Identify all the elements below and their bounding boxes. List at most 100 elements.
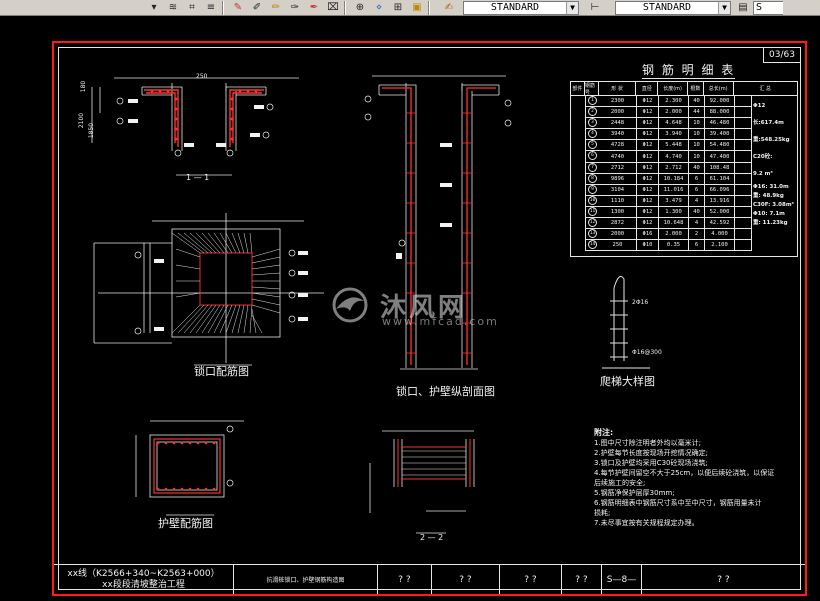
table-summary: Φ12 长:617.4m 重:548.25kg C20砼: 9.2 m³ Φ16: 31.… <box>751 96 797 252</box>
table-cell: 47.400 <box>705 151 735 162</box>
table-cell: Φ12 <box>637 162 659 173</box>
schedule-grid: 部件 钢筋号形 状直径 长度(m) 根数 总长(m) 汇 总 1 2300 Φ12 2.300 4… <box>570 81 798 257</box>
table-header-cell: 总长(m) <box>704 82 734 95</box>
toolbar-separator <box>428 0 430 15</box>
section-2-label: 2 — 2 <box>420 533 444 542</box>
text-style-icon[interactable]: ✍ <box>441 1 457 15</box>
draw-tool-icon[interactable]: ✎ <box>230 1 246 15</box>
table-cell: 2.000 <box>659 229 689 240</box>
layer-match-icon[interactable]: ≡ <box>203 1 219 15</box>
table-cell: 10 <box>689 118 705 129</box>
text-style-value: STANDARD <box>490 2 540 13</box>
table-row: 11 1300 Φ12 1.300 40 52.000 <box>585 206 751 219</box>
chevron-down-icon[interactable]: ▼ <box>718 1 730 14</box>
summary-line: Φ16: 31.0m <box>753 184 789 190</box>
table-cell: 54.480 <box>705 140 735 151</box>
table-cell: 4 <box>689 218 705 229</box>
sheet-number: S—8— <box>606 574 637 585</box>
grid-tool-icon[interactable]: ⊞ <box>390 1 406 15</box>
note-line: 7.未尽事宜按有关规程规定办理。 <box>594 519 699 527</box>
rebar-schedule: 钢 筋 明 细 表 部件 钢筋号形 状直径 长度(m) 根数 总长(m) 汇 总 1 230… <box>570 63 798 263</box>
title-block: xx线（K2566+340~K2563+000） xx段段清坡整治工程 抗滑桩锁… <box>54 564 805 594</box>
table-cell: 4.000 <box>705 229 735 240</box>
tb-cell-e: ? ? <box>642 565 805 594</box>
summary-line: 重: 11.23kg <box>753 220 788 226</box>
table-cell: Φ12 <box>637 107 659 118</box>
table-cell: 2.712 <box>659 162 689 173</box>
drawing-name: 抗滑桩锁口、护壁钢筋构造图 <box>266 577 345 584</box>
modify-tool-icon[interactable]: ✐ <box>249 1 265 15</box>
table-style-icon[interactable]: ▤ <box>735 1 751 15</box>
table-cell: 2000 <box>599 229 637 240</box>
table-cell: 4.648 <box>659 118 689 129</box>
table-cell: 66.096 <box>705 184 735 195</box>
project-line-1: xx线（K2566+340~K2563+000） <box>67 568 220 579</box>
table-cell: 10 <box>689 129 705 140</box>
table-cell: 13.916 <box>705 195 735 206</box>
chevron-down-icon[interactable]: ▼ <box>566 1 578 14</box>
table-cell: Φ16 <box>637 229 659 240</box>
rebar-number-cell: 14 <box>588 240 597 250</box>
lock-plan-title: 锁口配筋图 <box>194 365 249 378</box>
table-cell: 92.000 <box>705 96 735 107</box>
rebar-number-cell: 10 <box>588 195 597 205</box>
section-1-label: 1 — 1 <box>186 173 210 182</box>
table-cell: Φ12 <box>637 151 659 162</box>
table-row: 9 3104 Φ12 11.016 6 66.096 <box>585 184 751 196</box>
summary-line: C30F: 3.08m³ <box>753 202 794 208</box>
table-cell: 4.740 <box>659 151 689 162</box>
summary-line: 9.2 m³ <box>753 171 773 177</box>
layer-state-icon[interactable]: ⌗ <box>184 1 200 15</box>
tb-cell-b: ? ? <box>432 565 500 594</box>
tb-cell-c-text: ? ? <box>524 574 537 585</box>
table-cell: 2712 <box>599 162 637 173</box>
table-cell: 4740 <box>599 151 637 162</box>
pencil-tool-icon[interactable]: ✏ <box>268 1 284 15</box>
rebar-number-cell: 13 <box>588 229 597 239</box>
table-cell: 6 <box>689 173 705 184</box>
toolbar-separator <box>344 0 346 15</box>
summary-line: Φ12 <box>753 103 766 109</box>
note-line: 4.每节护壁间留空不大于25cm，以便后续砼浇筑，以保证 <box>594 469 775 477</box>
rebar-number-cell: 11 <box>588 206 597 216</box>
rebar-number-cell: 1 <box>588 96 597 105</box>
table-header-cell: 直径 <box>636 82 659 95</box>
table-header: 部件 钢筋号形 状直径 长度(m) 根数 总长(m) 汇 总 <box>571 82 797 96</box>
layer-tool-icon[interactable]: ≋ <box>165 1 181 15</box>
tb-cell-b-text: ? ? <box>459 574 472 585</box>
table-cell: 2448 <box>599 118 637 129</box>
table-row: 3 2448 Φ12 4.648 10 46.480 <box>585 118 751 130</box>
table-header-cell: 形 状 <box>599 82 637 95</box>
tb-cell-c: ? ? <box>500 565 562 594</box>
table-cell: 9896 <box>599 173 637 184</box>
dim-style-select[interactable]: STANDARD ▼ <box>615 0 731 15</box>
edit-tool-icon[interactable]: ✑ <box>287 1 303 15</box>
text-style-select[interactable]: STANDARD ▼ <box>463 0 579 15</box>
table-cell: 52.000 <box>705 206 735 218</box>
drawing-canvas[interactable]: 03/63 1 — 1 锁口配筋图 锁口、护壁纵剖面图 爬梯大样图 护壁配筋图 … <box>0 16 820 601</box>
table-cell: 3940 <box>599 129 637 140</box>
snap-tool-icon[interactable]: ⊕ <box>352 1 368 15</box>
dropdown-arrow-icon[interactable]: ▾ <box>146 1 162 15</box>
table-cell: Φ12 <box>637 118 659 129</box>
table-row: 4 3940 Φ12 3.940 10 39.400 <box>585 129 751 141</box>
table-cell: 2.000 <box>659 107 689 118</box>
table-row: 14 250 Φ10 0.35 6 2.100 <box>585 240 751 252</box>
table-style-select[interactable]: S <box>753 0 783 15</box>
table-cell: 2300 <box>599 96 637 107</box>
table-header-cell: 根数 <box>688 82 704 95</box>
table-cell: 40 <box>689 206 705 218</box>
properties-tool-icon[interactable]: ✒ <box>306 1 322 15</box>
dim-style-icon[interactable]: ⊢ <box>587 1 603 15</box>
autocad-toolbar: ▾ ≋ ⌗ ≡ ✎ ✐ ✏ ✑ ✒ ⌧ ⊕ ⋄ ⊞ ▣ ✍ STANDARD ▼… <box>0 0 820 16</box>
folder-tool-icon[interactable]: ▣ <box>409 1 425 15</box>
match-tool-icon[interactable]: ⌧ <box>325 1 341 15</box>
table-cell: 10 <box>689 140 705 151</box>
summary-line: C20砼: <box>753 154 773 160</box>
table-header-cell: 钢筋号 <box>585 82 599 95</box>
ladder-rebar-1: 2Φ16 <box>632 299 649 306</box>
point-tool-icon[interactable]: ⋄ <box>371 1 387 15</box>
project-name-cell: xx线（K2566+340~K2563+000） xx段段清坡整治工程 <box>54 565 234 594</box>
tb-cell-d: ? ? <box>562 565 602 594</box>
table-cell: 5.448 <box>659 140 689 151</box>
